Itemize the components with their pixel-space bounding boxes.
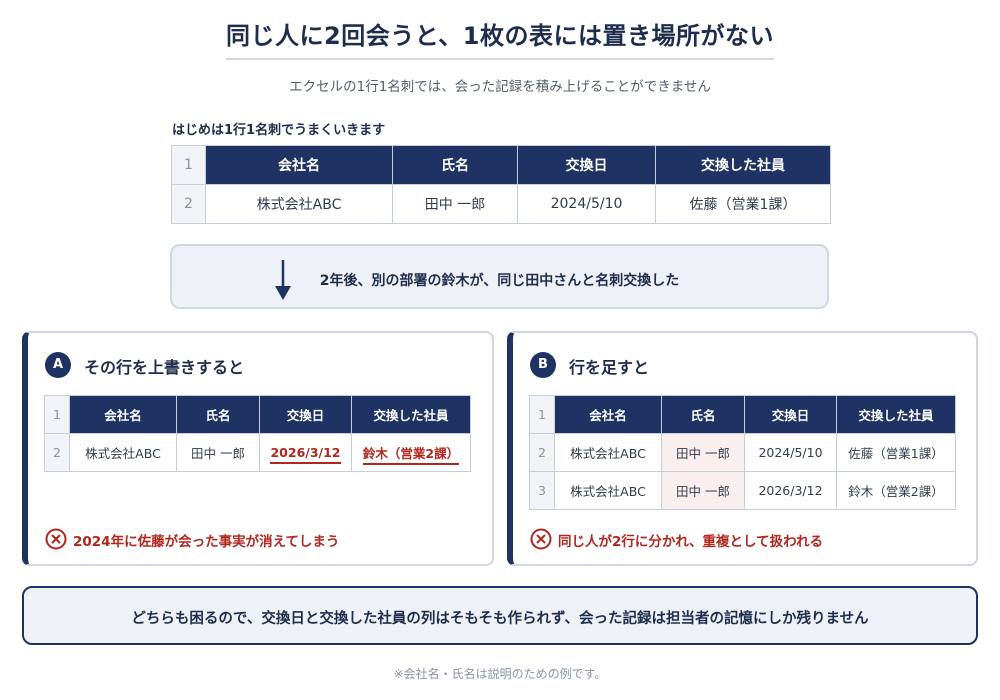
table-header-row: 1 会社名 氏名 交換日 交換した社員	[44, 395, 471, 434]
cell-name-duplicate: 田中 一郎	[661, 471, 745, 510]
row-number: 1	[529, 395, 555, 434]
option-b-badge: B	[530, 352, 556, 378]
column-header-date: 交換日	[517, 145, 656, 185]
option-a-panel: A その行を上書きすると 1 会社名 氏名 交換日 交換した社員 2 株式会社A…	[22, 331, 494, 566]
column-header-date: 交換日	[259, 395, 352, 434]
cell-name: 田中 一郎	[392, 184, 518, 224]
error-x-icon	[45, 528, 67, 550]
page-subtitle: エクセルの1行1名刺では、会った記録を積み上げることができません	[289, 79, 711, 95]
transition-box: 2年後、別の部署の鈴木が、同じ田中さんと名刺交換した	[170, 244, 829, 309]
column-header-company: 会社名	[69, 395, 177, 434]
footnote: ※会社名・氏名は説明のための例です。	[393, 667, 607, 681]
cell-date-overwritten: 2026/3/12	[259, 433, 352, 472]
table-row: 2 株式会社ABC 田中 一郎 2024/5/10 佐藤（営業1課）	[529, 433, 956, 472]
cell-date: 2026/3/12	[744, 471, 837, 510]
column-header-company: 会社名	[554, 395, 662, 434]
cell-company: 株式会社ABC	[69, 433, 177, 472]
transition-text: 2年後、別の部署の鈴木が、同じ田中さんと名刺交換した	[319, 273, 680, 289]
overwritten-employee: 鈴木（営業2課）	[362, 446, 460, 465]
cell-employee: 佐藤（営業1課）	[655, 184, 831, 224]
column-header-employee: 交換した社員	[655, 145, 831, 185]
page-title: 同じ人に2回会うと、1枚の表には置き場所がない	[226, 22, 774, 50]
column-header-name: 氏名	[392, 145, 518, 185]
column-header-employee: 交換した社員	[836, 395, 956, 434]
conclusion-text: どちらも困るので、交換日と交換した社員の列はそもそも作られず、会った記録は担当者…	[131, 611, 869, 627]
column-header-date: 交換日	[744, 395, 837, 434]
conclusion-box: どちらも困るので、交換日と交換した社員の列はそもそも作られず、会った記録は担当者…	[22, 586, 978, 645]
cell-name: 田中 一郎	[176, 433, 260, 472]
error-x-icon	[530, 528, 552, 550]
option-b-title: 行を足すと	[569, 358, 650, 377]
row-number: 1	[171, 145, 206, 185]
table-header-row: 1 会社名 氏名 交換日 交換した社員	[171, 145, 831, 185]
cell-employee: 佐藤（営業1課）	[836, 433, 956, 472]
row-number: 3	[529, 471, 555, 510]
option-b-table: 1 会社名 氏名 交換日 交換した社員 2 株式会社ABC 田中 一郎 2024…	[529, 395, 956, 510]
column-header-employee: 交換した社員	[351, 395, 471, 434]
cell-employee: 鈴木（営業2課）	[836, 471, 956, 510]
table-row: 3 株式会社ABC 田中 一郎 2026/3/12 鈴木（営業2課）	[529, 471, 956, 510]
option-b-panel: B 行を足すと 1 会社名 氏名 交換日 交換した社員 2 株式会社ABC 田中…	[507, 331, 978, 566]
option-a-table: 1 会社名 氏名 交換日 交換した社員 2 株式会社ABC 田中 一郎 2026…	[44, 395, 471, 472]
cell-company: 株式会社ABC	[554, 433, 662, 472]
section-label: はじめは1行1名刺でうまくいきます	[172, 123, 386, 138]
initial-sheet-table: 1 会社名 氏名 交換日 交換した社員 2 株式会社ABC 田中 一郎 2024…	[171, 145, 831, 224]
option-a-warning: 2024年に佐藤が会った事実が消えてしまう	[73, 534, 340, 550]
cell-company: 株式会社ABC	[205, 184, 393, 224]
overwritten-date: 2026/3/12	[270, 445, 341, 464]
table-header-row: 1 会社名 氏名 交換日 交換した社員	[529, 395, 956, 434]
cell-company: 株式会社ABC	[554, 471, 662, 510]
column-header-name: 氏名	[176, 395, 260, 434]
table-row: 2 株式会社ABC 田中 一郎 2026/3/12 鈴木（営業2課）	[44, 433, 471, 472]
cell-employee-overwritten: 鈴木（営業2課）	[351, 433, 471, 472]
cell-date: 2024/5/10	[517, 184, 656, 224]
option-b-warning: 同じ人が2行に分かれ、重複として扱われる	[558, 534, 823, 550]
row-number: 2	[171, 184, 206, 224]
row-number: 2	[44, 433, 70, 472]
column-header-company: 会社名	[205, 145, 393, 185]
cell-name-duplicate: 田中 一郎	[661, 433, 745, 472]
cell-date: 2024/5/10	[744, 433, 837, 472]
table-row: 2 株式会社ABC 田中 一郎 2024/5/10 佐藤（営業1課）	[171, 184, 831, 224]
row-number: 1	[44, 395, 70, 434]
title-divider	[226, 58, 774, 60]
row-number: 2	[529, 433, 555, 472]
option-a-badge: A	[45, 352, 71, 378]
column-header-name: 氏名	[661, 395, 745, 434]
option-a-title: その行を上書きすると	[84, 358, 245, 377]
